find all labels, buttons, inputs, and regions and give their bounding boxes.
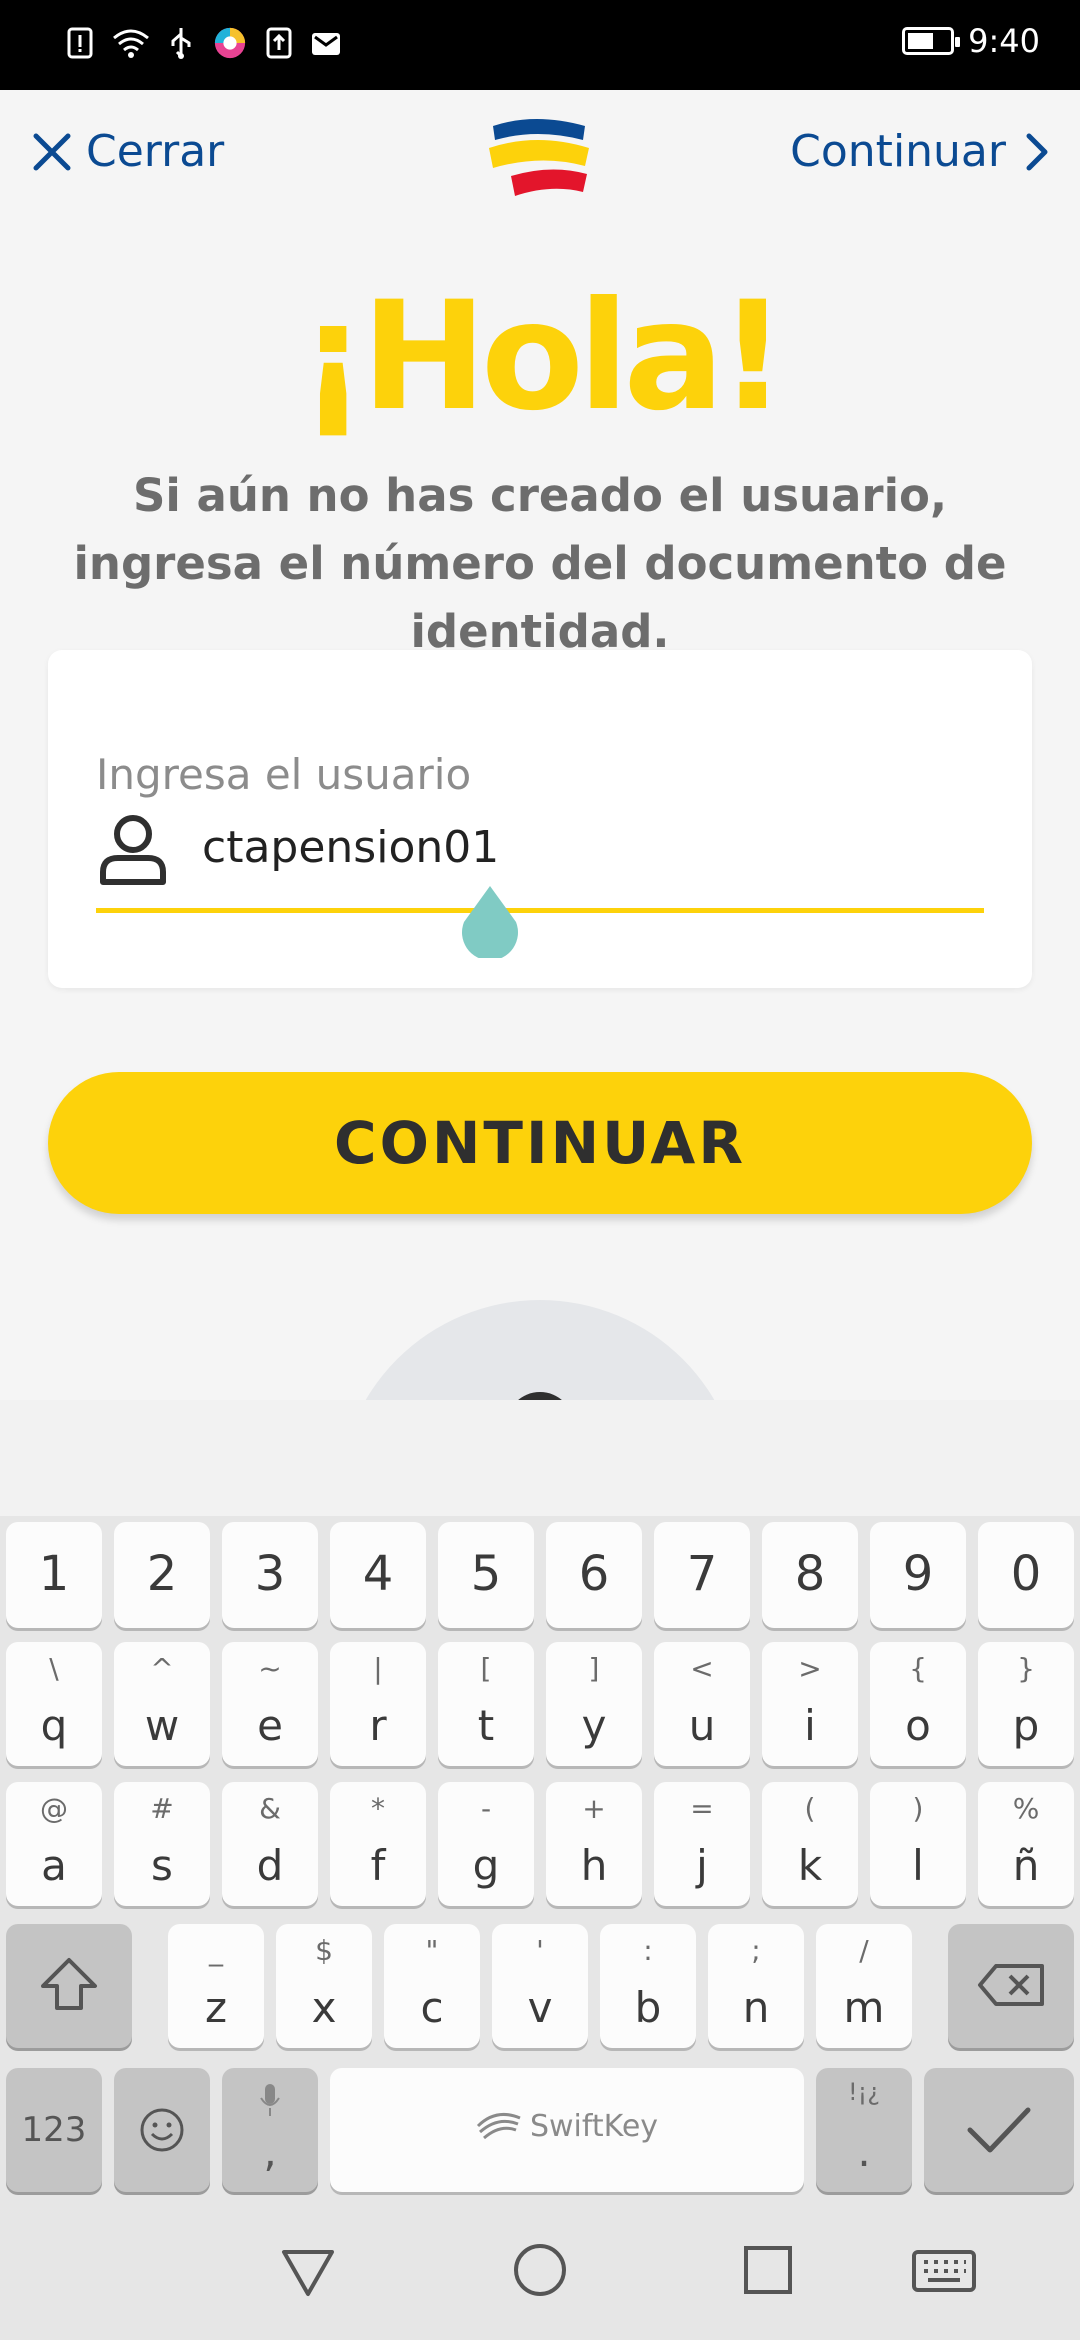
wifi-icon — [113, 29, 149, 58]
key-h[interactable]: + h — [546, 1782, 642, 1906]
soft-keyboard: 1 2 3 4 5 6 7 8 9 0 \ q ^ w ~ e | r [t ] y < u… — [0, 1400, 1080, 2340]
emoji-icon — [140, 2108, 184, 2152]
key-0[interactable]: 0 — [978, 1522, 1074, 1628]
login-card: Ingresa el usuario ctapension01 — [48, 650, 1032, 988]
shift-icon — [41, 1958, 97, 2010]
key-g[interactable]: -g — [438, 1782, 534, 1906]
key-d[interactable]: & d — [222, 1782, 318, 1906]
key-1[interactable]: 1 — [6, 1522, 102, 1628]
key-x[interactable]: $ x — [276, 1924, 372, 2048]
key-n-tilde[interactable]: % ñ — [978, 1782, 1074, 1906]
swiftkey-logo-icon — [476, 2112, 521, 2140]
continue-header-label: Continuar — [790, 126, 1006, 177]
home-nav-icon[interactable] — [510, 2240, 570, 2300]
clock: 9:40 — [968, 22, 1040, 60]
user-icon — [100, 815, 166, 885]
key-m[interactable]: / m — [816, 1924, 912, 2048]
key-n[interactable]: ; n — [708, 1924, 804, 2048]
continue-header-button[interactable]: Continuar — [790, 126, 1050, 177]
battery-charging-icon — [902, 27, 961, 55]
continue-button[interactable]: CONTINUAR — [48, 1072, 1032, 1214]
greeting-title: ¡Hola! — [298, 270, 787, 444]
close-button[interactable]: Cerrar — [32, 126, 224, 177]
key-p[interactable]: } p — [978, 1642, 1074, 1766]
close-icon — [33, 133, 71, 170]
navigation-bar — [0, 2200, 1080, 2340]
key-5[interactable]: 5 — [438, 1522, 534, 1628]
username-label: Ingresa el usuario — [96, 750, 472, 799]
swiftkey-brand: SwiftKey — [330, 2108, 804, 2144]
key-8[interactable]: 8 — [762, 1522, 858, 1628]
key-j[interactable]: = j — [654, 1782, 750, 1906]
status-icons — [66, 26, 342, 60]
recents-nav-icon[interactable] — [738, 2240, 798, 2300]
numbers-key[interactable]: 123 — [6, 2068, 102, 2192]
key-v[interactable]: ' v — [492, 1924, 588, 2048]
key-a[interactable]: @ a — [6, 1782, 102, 1906]
close-label: Cerrar — [86, 126, 225, 177]
key-c[interactable]: " c — [384, 1924, 480, 2048]
period-key[interactable]: !¡¿ . — [816, 2068, 912, 2192]
microphone-icon — [260, 2084, 280, 2116]
checkmark-icon — [967, 2107, 1031, 2153]
key-e[interactable]: ~ e — [222, 1642, 318, 1766]
key-y[interactable]: ] y — [546, 1642, 642, 1766]
status-right: 9:40 — [902, 22, 1040, 60]
key-o[interactable]: {o — [870, 1642, 966, 1766]
key-i[interactable]: > i — [762, 1642, 858, 1766]
upload-icon — [266, 27, 292, 59]
text-cursor-handle[interactable] — [458, 882, 522, 958]
space-key[interactable]: SwiftKey — [330, 2068, 804, 2192]
app-icon — [214, 27, 246, 59]
status-bar: 9:40 — [0, 0, 1080, 90]
mail-icon — [312, 33, 340, 55]
key-2[interactable]: 2 — [114, 1522, 210, 1628]
key-z[interactable]: _ z — [168, 1924, 264, 2048]
backspace-key[interactable] — [948, 1924, 1074, 2048]
alert-icon — [67, 27, 93, 59]
key-b[interactable]: :b — [600, 1924, 696, 2048]
app-header: Cerrar Continuar — [0, 90, 1080, 225]
key-t[interactable]: [t — [438, 1642, 534, 1766]
bancolombia-logo — [489, 119, 589, 196]
key-4[interactable]: 4 — [330, 1522, 426, 1628]
key-9[interactable]: 9 — [870, 1522, 966, 1628]
comma-key[interactable]: , — [222, 2068, 318, 2192]
key-k[interactable]: (k — [762, 1782, 858, 1906]
key-r[interactable]: | r — [330, 1642, 426, 1766]
username-input[interactable]: ctapension01 — [202, 822, 499, 873]
greeting-subtitle: Si aún no has creado el usuario, ingresa… — [73, 469, 1007, 658]
key-u[interactable]: < u — [654, 1642, 750, 1766]
enter-key[interactable] — [924, 2068, 1074, 2192]
key-l[interactable]: ) l — [870, 1782, 966, 1906]
key-7[interactable]: 7 — [654, 1522, 750, 1628]
key-q[interactable]: \ q — [6, 1642, 102, 1766]
backspace-icon — [978, 1964, 1044, 2006]
usb-icon — [171, 28, 191, 59]
keyboard-toggle-icon[interactable] — [912, 2240, 976, 2300]
key-w[interactable]: ^ w — [114, 1642, 210, 1766]
key-s[interactable]: # s — [114, 1782, 210, 1906]
keyboard-suggestion-strip — [0, 1400, 1080, 1516]
shift-key[interactable] — [6, 1924, 132, 2048]
key-3[interactable]: 3 — [222, 1522, 318, 1628]
emoji-key[interactable] — [114, 2068, 210, 2192]
input-underline — [96, 908, 984, 913]
chevron-right-icon — [1026, 133, 1048, 170]
key-f[interactable]: * f — [330, 1782, 426, 1906]
key-6[interactable]: 6 — [546, 1522, 642, 1628]
back-nav-icon[interactable] — [278, 2240, 338, 2300]
